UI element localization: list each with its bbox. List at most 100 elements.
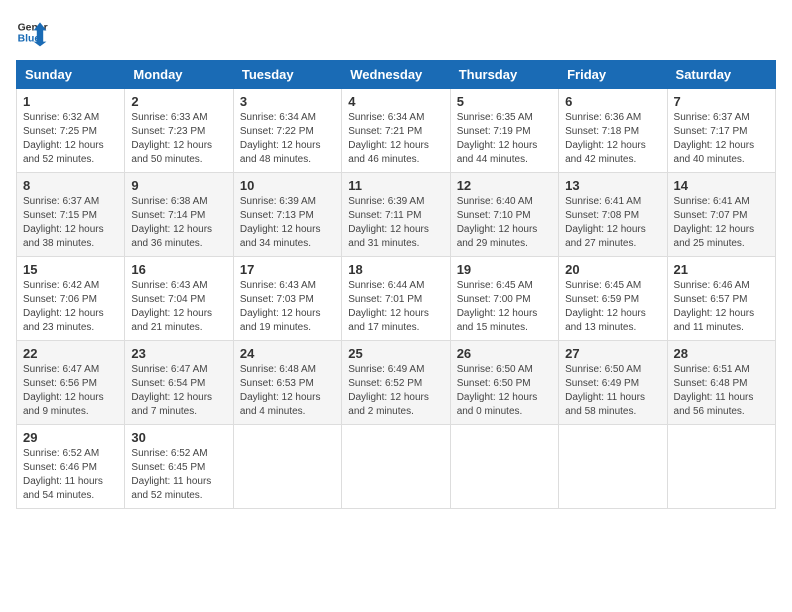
day-header-wednesday: Wednesday	[342, 61, 450, 89]
calendar-cell: 15 Sunrise: 6:42 AM Sunset: 7:06 PM Dayli…	[17, 257, 125, 341]
day-number: 14	[674, 178, 769, 193]
calendar-cell: 24 Sunrise: 6:48 AM Sunset: 6:53 PM Dayli…	[233, 341, 341, 425]
day-number: 22	[23, 346, 118, 361]
calendar-cell	[667, 425, 775, 509]
day-number: 7	[674, 94, 769, 109]
day-number: 17	[240, 262, 335, 277]
day-content: Sunrise: 6:42 AM Sunset: 7:06 PM Dayligh…	[23, 279, 118, 335]
day-content: Sunrise: 6:32 AM Sunset: 7:25 PM Dayligh…	[23, 111, 118, 167]
day-number: 9	[131, 178, 226, 193]
day-number: 13	[565, 178, 660, 193]
day-number: 12	[457, 178, 552, 193]
day-content: Sunrise: 6:47 AM Sunset: 6:56 PM Dayligh…	[23, 363, 118, 419]
calendar-week-1: 1 Sunrise: 6:32 AM Sunset: 7:25 PM Daylig…	[17, 89, 776, 173]
calendar-cell: 9 Sunrise: 6:38 AM Sunset: 7:14 PM Daylig…	[125, 173, 233, 257]
day-number: 10	[240, 178, 335, 193]
calendar-week-3: 15 Sunrise: 6:42 AM Sunset: 7:06 PM Dayli…	[17, 257, 776, 341]
day-header-tuesday: Tuesday	[233, 61, 341, 89]
day-number: 3	[240, 94, 335, 109]
day-number: 29	[23, 430, 118, 445]
calendar-cell	[342, 425, 450, 509]
day-header-monday: Monday	[125, 61, 233, 89]
day-number: 2	[131, 94, 226, 109]
day-number: 1	[23, 94, 118, 109]
day-content: Sunrise: 6:47 AM Sunset: 6:54 PM Dayligh…	[131, 363, 226, 419]
calendar-cell: 18 Sunrise: 6:44 AM Sunset: 7:01 PM Dayli…	[342, 257, 450, 341]
calendar-cell: 5 Sunrise: 6:35 AM Sunset: 7:19 PM Daylig…	[450, 89, 558, 173]
day-content: Sunrise: 6:44 AM Sunset: 7:01 PM Dayligh…	[348, 279, 443, 335]
calendar-cell: 19 Sunrise: 6:45 AM Sunset: 7:00 PM Dayli…	[450, 257, 558, 341]
logo-icon: General Blue	[16, 16, 48, 48]
day-content: Sunrise: 6:43 AM Sunset: 7:03 PM Dayligh…	[240, 279, 335, 335]
day-content: Sunrise: 6:37 AM Sunset: 7:15 PM Dayligh…	[23, 195, 118, 251]
day-content: Sunrise: 6:37 AM Sunset: 7:17 PM Dayligh…	[674, 111, 769, 167]
day-content: Sunrise: 6:43 AM Sunset: 7:04 PM Dayligh…	[131, 279, 226, 335]
day-content: Sunrise: 6:41 AM Sunset: 7:07 PM Dayligh…	[674, 195, 769, 251]
calendar-cell	[559, 425, 667, 509]
calendar-cell: 7 Sunrise: 6:37 AM Sunset: 7:17 PM Daylig…	[667, 89, 775, 173]
day-content: Sunrise: 6:39 AM Sunset: 7:13 PM Dayligh…	[240, 195, 335, 251]
day-content: Sunrise: 6:50 AM Sunset: 6:49 PM Dayligh…	[565, 363, 660, 419]
calendar-cell	[233, 425, 341, 509]
calendar-cell: 29Sunrise: 6:52 AM Sunset: 6:46 PM Dayli…	[17, 425, 125, 509]
day-number: 5	[457, 94, 552, 109]
calendar-table: SundayMondayTuesdayWednesdayThursdayFrid…	[16, 60, 776, 509]
day-content: Sunrise: 6:48 AM Sunset: 6:53 PM Dayligh…	[240, 363, 335, 419]
day-content: Sunrise: 6:51 AM Sunset: 6:48 PM Dayligh…	[674, 363, 769, 419]
day-number: 6	[565, 94, 660, 109]
day-number: 30	[131, 430, 226, 445]
day-number: 16	[131, 262, 226, 277]
day-number: 4	[348, 94, 443, 109]
calendar-header-row: SundayMondayTuesdayWednesdayThursdayFrid…	[17, 61, 776, 89]
calendar-cell: 23 Sunrise: 6:47 AM Sunset: 6:54 PM Dayli…	[125, 341, 233, 425]
day-content: Sunrise: 6:38 AM Sunset: 7:14 PM Dayligh…	[131, 195, 226, 251]
day-content: Sunrise: 6:45 AM Sunset: 7:00 PM Dayligh…	[457, 279, 552, 335]
calendar-cell: 1 Sunrise: 6:32 AM Sunset: 7:25 PM Daylig…	[17, 89, 125, 173]
day-number: 23	[131, 346, 226, 361]
day-number: 27	[565, 346, 660, 361]
day-number: 26	[457, 346, 552, 361]
day-content: Sunrise: 6:50 AM Sunset: 6:50 PM Dayligh…	[457, 363, 552, 419]
day-header-sunday: Sunday	[17, 61, 125, 89]
day-number: 8	[23, 178, 118, 193]
calendar-cell: 28 Sunrise: 6:51 AM Sunset: 6:48 PM Dayli…	[667, 341, 775, 425]
calendar-cell: 26 Sunrise: 6:50 AM Sunset: 6:50 PM Dayli…	[450, 341, 558, 425]
calendar-cell: 16 Sunrise: 6:43 AM Sunset: 7:04 PM Dayli…	[125, 257, 233, 341]
day-number: 28	[674, 346, 769, 361]
calendar-cell	[450, 425, 558, 509]
day-content: Sunrise: 6:40 AM Sunset: 7:10 PM Dayligh…	[457, 195, 552, 251]
day-number: 25	[348, 346, 443, 361]
calendar-cell: 3Sunrise: 6:34 AM Sunset: 7:22 PM Daylig…	[233, 89, 341, 173]
calendar-cell: 4Sunrise: 6:34 AM Sunset: 7:21 PM Daylig…	[342, 89, 450, 173]
day-content: Sunrise: 6:46 AM Sunset: 6:57 PM Dayligh…	[674, 279, 769, 335]
calendar-cell: 2Sunrise: 6:33 AM Sunset: 7:23 PM Daylig…	[125, 89, 233, 173]
day-number: 18	[348, 262, 443, 277]
calendar-cell: 21Sunrise: 6:46 AM Sunset: 6:57 PM Dayli…	[667, 257, 775, 341]
calendar-cell: 12 Sunrise: 6:40 AM Sunset: 7:10 PM Dayli…	[450, 173, 558, 257]
calendar-week-4: 22 Sunrise: 6:47 AM Sunset: 6:56 PM Dayli…	[17, 341, 776, 425]
calendar-cell: 14 Sunrise: 6:41 AM Sunset: 7:07 PM Dayli…	[667, 173, 775, 257]
day-number: 24	[240, 346, 335, 361]
calendar-week-2: 8 Sunrise: 6:37 AM Sunset: 7:15 PM Daylig…	[17, 173, 776, 257]
calendar-cell: 6Sunrise: 6:36 AM Sunset: 7:18 PM Daylig…	[559, 89, 667, 173]
calendar-cell: 17 Sunrise: 6:43 AM Sunset: 7:03 PM Dayli…	[233, 257, 341, 341]
day-header-thursday: Thursday	[450, 61, 558, 89]
calendar-cell: 22 Sunrise: 6:47 AM Sunset: 6:56 PM Dayli…	[17, 341, 125, 425]
calendar-cell: 8 Sunrise: 6:37 AM Sunset: 7:15 PM Daylig…	[17, 173, 125, 257]
day-header-friday: Friday	[559, 61, 667, 89]
day-content: Sunrise: 6:41 AM Sunset: 7:08 PM Dayligh…	[565, 195, 660, 251]
page-header: General Blue	[16, 16, 776, 48]
day-number: 19	[457, 262, 552, 277]
logo: General Blue	[16, 16, 48, 48]
calendar-cell: 30 Sunrise: 6:52 AM Sunset: 6:45 PM Dayli…	[125, 425, 233, 509]
day-content: Sunrise: 6:49 AM Sunset: 6:52 PM Dayligh…	[348, 363, 443, 419]
day-number: 15	[23, 262, 118, 277]
day-content: Sunrise: 6:35 AM Sunset: 7:19 PM Dayligh…	[457, 111, 552, 167]
calendar-cell: 20Sunrise: 6:45 AM Sunset: 6:59 PM Dayli…	[559, 257, 667, 341]
day-content: Sunrise: 6:45 AM Sunset: 6:59 PM Dayligh…	[565, 279, 660, 335]
day-content: Sunrise: 6:52 AM Sunset: 6:45 PM Dayligh…	[131, 447, 226, 503]
calendar-cell: 11Sunrise: 6:39 AM Sunset: 7:11 PM Dayli…	[342, 173, 450, 257]
calendar-cell: 25 Sunrise: 6:49 AM Sunset: 6:52 PM Dayli…	[342, 341, 450, 425]
day-number: 11	[348, 178, 443, 193]
calendar-cell: 10 Sunrise: 6:39 AM Sunset: 7:13 PM Dayli…	[233, 173, 341, 257]
